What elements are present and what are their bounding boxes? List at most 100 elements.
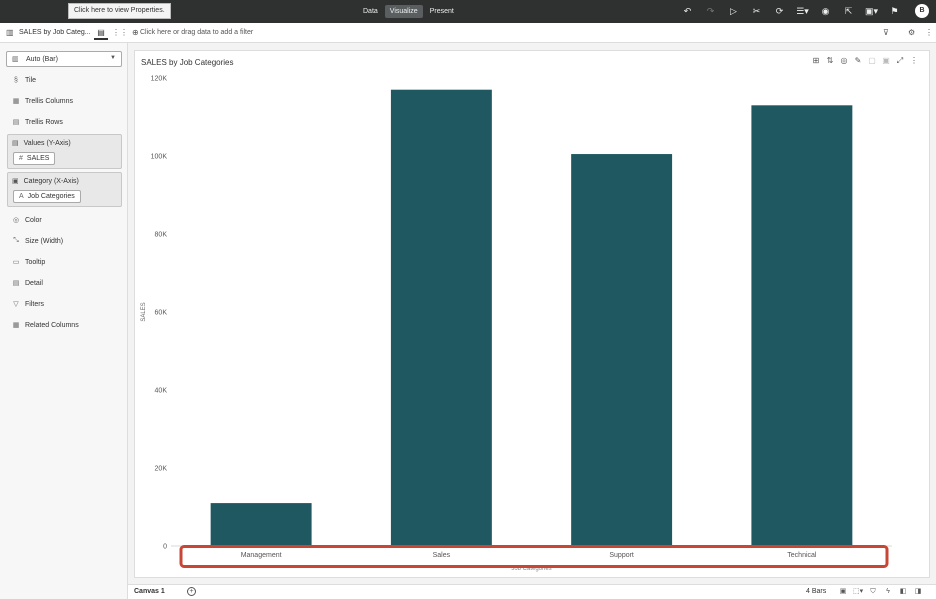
trellis-rows-icon: ▤ (12, 119, 20, 126)
measure-icon: # (19, 155, 23, 162)
chart-type-select[interactable]: ▥ Auto (Bar) ▼ (6, 51, 122, 67)
y-axis-title: SALES (141, 302, 147, 321)
panel-left-icon[interactable]: ◧ (898, 587, 908, 597)
x-tick-label: Management (241, 552, 282, 559)
bars (210, 89, 853, 547)
category-label: Category (X-Axis) (23, 177, 79, 185)
top-toolbar-icons: ↶ ↷ ▷ ✂ ⟳ ☰▾ ◉ ⇱ ▣▾ ⚑ (676, 4, 906, 19)
tile-icon: § (14, 76, 18, 84)
tooltip-icon: ▭ (12, 259, 20, 266)
shield-icon[interactable]: ⛉ (868, 587, 878, 597)
grammar-trellis-columns[interactable]: ▦ Trellis Columns (12, 95, 73, 107)
panel-right-icon[interactable]: ◨ (913, 587, 923, 597)
values-icon: ▤ (12, 140, 19, 147)
detail-icon: ▤ (12, 280, 20, 287)
grammar-trellis-columns-label: Trellis Columns (25, 97, 73, 105)
grammar-color-label: Color (25, 216, 42, 224)
filter-placeholder: Click here or drag data to add a filter (140, 29, 254, 36)
top-toolbar: Click here to view Properties. Data Visu… (0, 0, 936, 23)
category-header: ▣ Category (X-Axis) (12, 177, 79, 186)
user-avatar[interactable]: B (915, 4, 929, 18)
x-tick-label: Support (609, 552, 634, 559)
add-canvas-icon[interactable]: + (187, 587, 196, 596)
bar-management[interactable] (210, 503, 312, 546)
y-tick-label: 0 (163, 544, 167, 551)
grammar-tooltip[interactable]: ▭ Tooltip (12, 256, 46, 268)
y-tick-label: 40K (155, 388, 168, 395)
bar-sales[interactable] (390, 89, 492, 546)
bar-count: 4 Bars (806, 588, 827, 595)
grammar-panel-header: ▥ SALES by Job Categ... ▤ ⋮⋮ (0, 23, 128, 43)
related-columns-icon: ▦ (12, 322, 20, 329)
x-axis-highlight (179, 545, 889, 568)
values-label: Values (Y-Axis) (23, 139, 71, 147)
y-tick-label: 100K (151, 154, 168, 161)
sales-pill-label: SALES (26, 155, 50, 162)
viz-name: SALES by Job Categ... (19, 29, 91, 36)
grammar-related-columns-label: Related Columns (25, 321, 79, 329)
comments-icon[interactable]: ☰▾ (791, 4, 814, 19)
chevron-down-icon: ▼ (110, 55, 116, 61)
grammar-detail-label: Detail (25, 279, 43, 287)
settings-icon[interactable]: ⚙ (908, 28, 915, 37)
refresh-data-icon[interactable]: ⟳ (768, 4, 791, 19)
y-tick-label: 60K (155, 310, 168, 317)
grammar-size-label: Size (Width) (25, 237, 64, 245)
filter-icon: ▽ (13, 301, 19, 308)
layout-icon[interactable]: ⬚▾ (853, 587, 863, 597)
bar-support[interactable] (571, 154, 673, 547)
canvas-tab[interactable]: Canvas 1 (134, 588, 165, 595)
properties-tab-icon[interactable]: ⋮⋮ (112, 26, 128, 40)
insights-icon[interactable]: ◉ (814, 4, 837, 19)
grammar-filters[interactable]: ▽ Filters (12, 298, 44, 310)
redo-icon[interactable]: ↷ (699, 4, 722, 19)
filter-toggle-icon[interactable]: ⊽ (883, 28, 889, 37)
grammar-tile[interactable]: § Tile (12, 74, 36, 86)
grid-icon[interactable]: ▣ (838, 587, 848, 597)
grammar-color[interactable]: ◎ Color (12, 214, 42, 226)
grammar-category-x-axis[interactable]: ▣ Category (X-Axis) A Job Categories (7, 172, 122, 207)
save-icon[interactable]: ▣▾ (860, 4, 883, 19)
lightning-icon[interactable]: ϟ (883, 587, 893, 597)
grammar-size[interactable]: ⤡ Size (Width) (12, 235, 63, 247)
tab-data[interactable]: Data (358, 5, 383, 18)
grammar-trellis-rows-label: Trellis Rows (25, 118, 63, 126)
tab-present[interactable]: Present (425, 5, 459, 18)
more-icon[interactable]: ⋮ (925, 28, 933, 37)
job-categories-pill-label: Job Categories (27, 193, 75, 200)
grammar-values-y-axis[interactable]: ▤ Values (Y-Axis) # SALES (7, 134, 122, 169)
add-filter-icon[interactable]: ⊕ (132, 28, 139, 37)
grammar-trellis-rows[interactable]: ▤ Trellis Rows (12, 116, 63, 128)
export-icon[interactable]: ⇱ (837, 4, 860, 19)
sales-pill[interactable]: # SALES (13, 152, 56, 165)
y-tick-label: 80K (155, 232, 168, 239)
filter-bar[interactable]: ⊕ Click here or drag data to add a filte… (128, 23, 936, 43)
grammar-tile-label: Tile (25, 76, 37, 84)
x-tick-label: Sales (433, 552, 451, 559)
play-icon[interactable]: ▷ (722, 4, 745, 19)
values-header: ▤ Values (Y-Axis) (12, 139, 71, 148)
grammar-filters-label: Filters (25, 300, 45, 308)
bottom-bar: Canvas 1 + 4 Bars ▣ ⬚▾ ⛉ ϟ ◧ ◨ (128, 584, 936, 599)
grammar-detail[interactable]: ▤ Detail (12, 277, 43, 289)
bar-chart-icon: ▥ (12, 56, 19, 63)
bookmark-icon[interactable]: ⚑ (883, 4, 906, 19)
color-icon: ◎ (12, 217, 20, 224)
job-categories-pill[interactable]: A Job Categories (13, 190, 81, 203)
undo-icon[interactable]: ↶ (676, 4, 699, 19)
chart-type-value: Auto (Bar) (26, 56, 58, 63)
grammar-panel: ▥ SALES by Job Categ... ▤ ⋮⋮ ▥ Auto (Bar… (0, 23, 128, 599)
size-icon: ⤡ (13, 237, 19, 244)
tab-visualize[interactable]: Visualize (384, 5, 423, 18)
category-icon: ▣ (12, 178, 19, 185)
grammar-tooltip-label: Tooltip (25, 258, 46, 266)
bottom-bar-icons: ▣ ⬚▾ ⛉ ϟ ◧ ◨ (838, 587, 923, 597)
attribute-icon: A (19, 193, 24, 200)
grammar-tab-icon[interactable]: ▤ (94, 26, 108, 40)
bar-technical[interactable] (751, 105, 853, 547)
tools-icon[interactable]: ✂ (745, 4, 768, 19)
bar-chart: 0 20K 40K 60K 80K 100K 120K SALES Management Sal… (141, 76, 892, 572)
x-tick-label: Technical (787, 552, 817, 559)
grammar-related-columns[interactable]: ▦ Related Columns (12, 319, 79, 331)
properties-tooltip: Click here to view Properties. (68, 3, 171, 19)
